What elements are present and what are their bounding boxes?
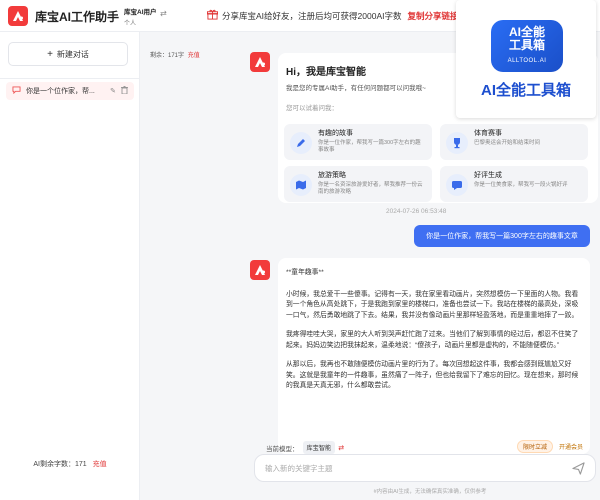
model-label: 当前模型： (266, 445, 299, 453)
user-role: 个人 (124, 21, 137, 27)
conversation-item[interactable]: 你是一个位作家，帮... ✎ (6, 82, 134, 100)
vip-promo: 限时立减 开通会员 (517, 440, 583, 453)
brand[interactable]: 库宝AI工作助手 (8, 6, 119, 26)
card-title: 好评生成 (474, 172, 502, 179)
logo-domain: ALLTOOL.AI (507, 58, 547, 64)
suggestion-card[interactable]: 体育赛事 巴黎奥运会开始和结束时间 (440, 124, 588, 160)
recharge-link-main[interactable]: 充值 (188, 53, 200, 59)
remaining-label: 剩余：171字 (150, 53, 185, 59)
map-icon (290, 174, 312, 196)
limited-discount-badge[interactable]: 限时立减 (517, 440, 554, 453)
card-title: 旅游策略 (318, 172, 346, 179)
suggestion-card[interactable]: 好评生成 你是一位美食家，帮我写一段火锅好评 (440, 166, 588, 202)
suggestion-card[interactable]: 有趣的故事 你是一位作家，帮我写一篇300字左右的趣事故事 (284, 124, 432, 160)
send-icon (571, 461, 585, 475)
card-desc: 你是一位美食家，帮我写一段火锅好评 (474, 182, 568, 188)
copy-share-link[interactable]: 复制分享链接 (407, 10, 458, 22)
card-title: 有趣的故事 (318, 130, 353, 137)
card-desc: 你是一位作家，帮我写一篇300字左右的趣事故事 (318, 140, 421, 154)
swap-model-icon[interactable]: ⇄ (338, 444, 344, 452)
assistant-reply: **童年趣事** 小时候，我总爱干一些傻事。记得有一天，我在家里看动画片，突然想… (278, 258, 590, 454)
plus-icon: + (47, 48, 53, 60)
comment-icon (446, 174, 468, 196)
ai-disclaimer: #内容由AI生成，无法确保真实准确，仅供参考 (373, 489, 487, 495)
user-message: 你是一位作家，帮我写一篇300字左右的趣事文章 (414, 225, 590, 247)
assistant-avatar (250, 52, 270, 72)
overlay-title: AI全能工具箱 (480, 82, 571, 99)
sidebar: + 新建对话 你是一个位作家，帮... ✎ AI剩余字数：171 充值 (0, 32, 140, 500)
gift-icon (207, 9, 218, 22)
promo-banner: 分享库宝AI给好友，注册后均可获得2000AI字数 复制分享链接 (207, 9, 459, 22)
logo-line-1b: 工具箱 (508, 38, 545, 52)
card-desc: 巴黎奥运会开始和结束时间 (474, 140, 541, 146)
send-button[interactable] (571, 461, 585, 475)
remaining-count: 剩余：171字 充值 (150, 50, 200, 59)
conversation-title: 你是一个位作家，帮... (26, 88, 95, 95)
edit-icon[interactable]: ✎ (110, 87, 116, 95)
recharge-link[interactable]: 充值 (93, 461, 107, 468)
chat-input[interactable] (265, 463, 571, 473)
reply-paragraph: 我疼得哇哇大哭，家里的大人听到哭声赶忙跑了过来。当他们了解到事情的经过后，都忍不… (286, 331, 579, 349)
chat-input-box (254, 454, 596, 482)
new-chat-label: 新建对话 (56, 49, 89, 59)
new-chat-button[interactable]: + 新建对话 (8, 42, 128, 66)
reply-paragraph: 从那以后，我再也不敢随便模仿动画片里的行为了。每次回想起这件事，我都会感到既尴尬… (286, 361, 579, 390)
reply-heading: **童年趣事** (286, 269, 324, 276)
app-title: 库宝AI工作助手 (35, 9, 120, 24)
remaining-words-label: AI剩余字数：171 (33, 461, 87, 468)
card-title: 体育赛事 (474, 130, 502, 137)
promo-text: 分享库宝AI给好友，注册后均可获得2000AI字数 (222, 10, 402, 21)
sidebar-footer: AI剩余字数：171 充值 (0, 459, 140, 469)
suggestion-card[interactable]: 旅游策略 你是一名资深旅游爱好者，帮我推荐一份云南的旅游攻略 (284, 166, 432, 202)
reply-paragraph: 小时候，我总爱干一些傻事。记得有一天，我在家里看动画片，突然想模仿一下里面的人物… (286, 290, 579, 319)
trophy-icon (446, 132, 468, 154)
assistant-avatar (250, 260, 270, 280)
alltool-ad-overlay[interactable]: AI全能 工具箱 ALLTOOL.AI AI全能工具箱 (456, 0, 596, 118)
pen-icon (290, 132, 312, 154)
message-timestamp: 2024-07-26 06:53:48 (386, 208, 447, 215)
divider (0, 78, 140, 79)
swap-user-icon[interactable]: ⇄ (160, 9, 167, 18)
app-logo-icon (8, 6, 28, 26)
card-desc: 你是一名资深旅游爱好者，帮我推荐一份云南的旅游攻略 (318, 182, 423, 196)
chat-bubble-icon (12, 86, 21, 96)
open-vip-link[interactable]: 开通会员 (559, 440, 583, 453)
alltool-logo: AI全能 工具箱 ALLTOOL.AI (491, 20, 563, 72)
model-selector[interactable]: 当前模型： 库宝智能 ⇄ (266, 441, 344, 454)
model-name: 库宝智能 (302, 441, 336, 454)
delete-icon[interactable] (121, 86, 128, 96)
